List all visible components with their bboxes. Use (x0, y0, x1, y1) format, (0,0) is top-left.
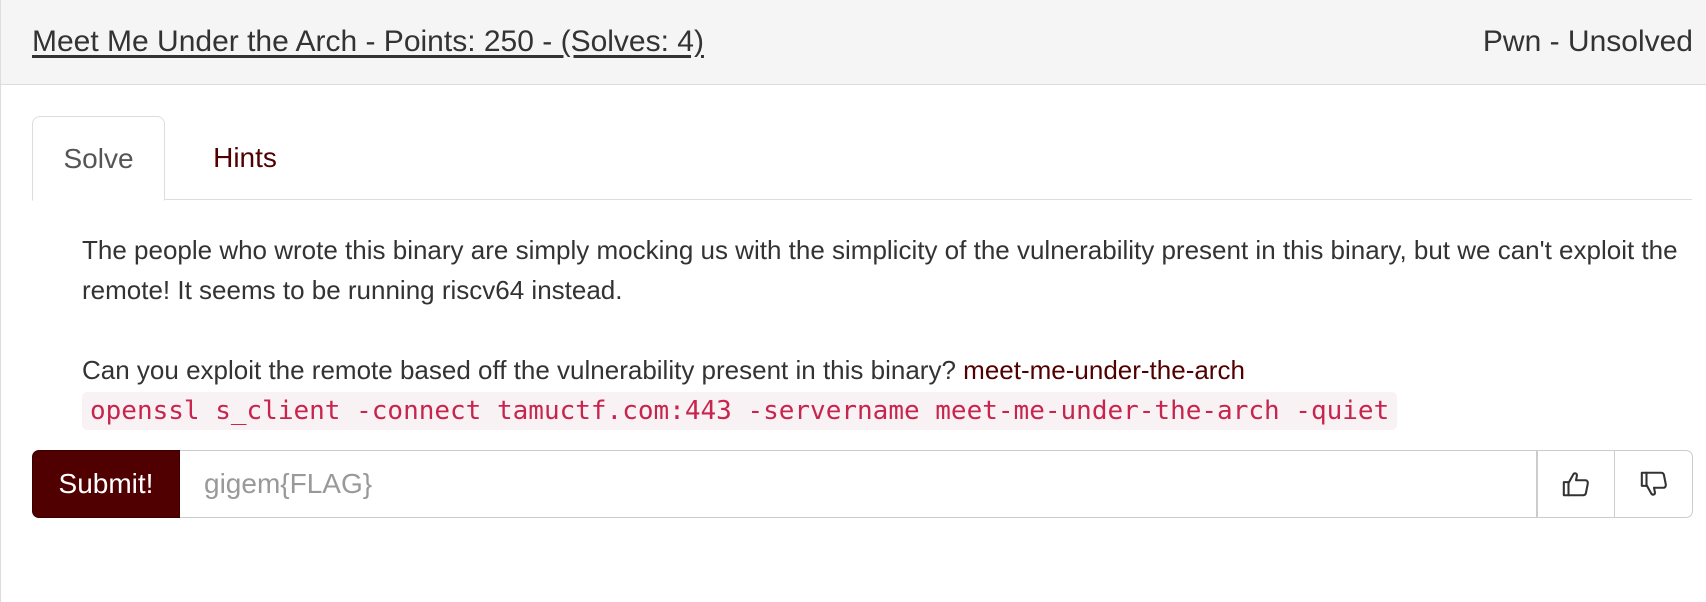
thumbs-down-icon (1640, 471, 1667, 496)
challenge-header: Meet Me Under the Arch - Points: 250 - (… (1, 0, 1706, 85)
challenge-status: Pwn - Unsolved (1482, 25, 1693, 58)
downvote-button[interactable] (1615, 450, 1693, 518)
command-line: openssl s_client -connect tamuctf.com:44… (82, 390, 1682, 430)
upvote-button[interactable] (1537, 450, 1615, 518)
flag-submit-form: Submit! (32, 450, 1693, 518)
thumbs-up-icon (1562, 472, 1589, 497)
tab-hints[interactable]: Hints (165, 116, 325, 200)
connection-command: openssl s_client -connect tamuctf.com:44… (82, 392, 1398, 430)
download-file-link[interactable]: meet-me-under-the-arch (963, 355, 1245, 385)
description-paragraph: The people who wrote this binary are sim… (82, 235, 1678, 305)
challenge-panel: Meet Me Under the Arch - Points: 250 - (… (0, 0, 1706, 602)
challenge-tabs: Solve Hints (32, 116, 1692, 201)
description-question: Can you exploit the remote based off the… (82, 355, 956, 385)
flag-input[interactable] (180, 450, 1537, 518)
description-paragraph-2: Can you exploit the remote based off the… (82, 350, 1682, 390)
tab-solve[interactable]: Solve (32, 116, 165, 201)
challenge-title[interactable]: Meet Me Under the Arch - Points: 250 - (… (32, 25, 704, 59)
submit-button[interactable]: Submit! (32, 450, 180, 518)
challenge-description: The people who wrote this binary are sim… (82, 230, 1682, 430)
